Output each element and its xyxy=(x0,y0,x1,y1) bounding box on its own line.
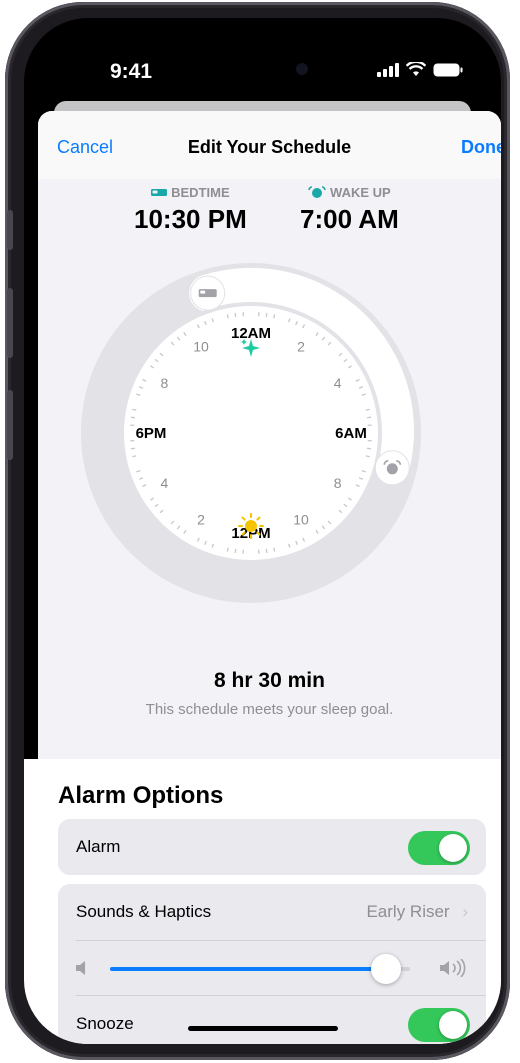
alarm-row: Alarm xyxy=(58,819,486,875)
schedule-card: BEDTIME 10:30 PM WAKE UP 7:00 AM 12AM 2 … xyxy=(38,179,501,759)
clock-tick xyxy=(226,547,229,552)
status-time: 9:41 xyxy=(110,60,153,83)
clock-hour-label: 4 xyxy=(334,375,342,391)
clock-hour-label: 10 xyxy=(293,512,309,528)
bedtime-value: 10:30 PM xyxy=(134,204,247,234)
wake-handle[interactable] xyxy=(374,450,410,486)
navigation-bar: Cancel Edit Your Schedule Done xyxy=(38,111,501,180)
sounds-haptics-row[interactable]: Sounds & Haptics Early Riser › xyxy=(58,884,486,940)
wake-block: WAKE UP 7:00 AM xyxy=(300,185,399,235)
clock-hour-label: 6AM xyxy=(335,425,367,442)
wifi-icon xyxy=(406,62,426,76)
volume-slider-fill xyxy=(110,967,386,971)
alarm-options-title: Alarm Options xyxy=(58,782,224,809)
clock-tick xyxy=(365,455,370,458)
clock-tick xyxy=(226,314,229,319)
sleep-duration: 8 hr 30 min xyxy=(214,669,325,692)
bed-icon xyxy=(151,189,168,196)
sounds-haptics-label: Sounds & Haptics xyxy=(76,902,212,921)
clock-tick xyxy=(234,312,237,318)
signal-icon xyxy=(377,62,399,77)
battery-icon xyxy=(433,63,463,76)
clock-hour-label: 2 xyxy=(197,512,205,528)
snooze-row: Snooze xyxy=(58,996,486,1044)
clock-hour-label: 8 xyxy=(334,475,342,491)
sounds-selected-value: Early Riser xyxy=(366,902,450,921)
clock-hour-label: 8 xyxy=(160,375,168,391)
chevron-right-icon: › xyxy=(462,902,468,921)
clock-hour-label: 4 xyxy=(160,475,168,491)
dynamic-island xyxy=(194,49,334,89)
clock-tick xyxy=(273,314,276,319)
bedtime-block: BEDTIME 10:30 PM xyxy=(134,185,247,235)
bed-handle-icon xyxy=(198,289,217,298)
wake-value: 7:00 AM xyxy=(300,204,399,234)
wake-label: WAKE UP xyxy=(330,185,391,200)
volume-slider-row xyxy=(58,941,486,995)
clock-tick xyxy=(130,416,136,419)
snooze-label: Snooze xyxy=(76,1014,134,1033)
volume-slider-knob[interactable] xyxy=(371,954,401,984)
clock-tick xyxy=(130,447,136,450)
schedule-summary: 8 hr 30 min This schedule meets your sle… xyxy=(38,669,501,718)
clock-tick xyxy=(365,408,370,411)
screen: 9:41 Cancel Edit Your Schedule Done BEDT… xyxy=(24,18,501,1044)
speaker-high-icon xyxy=(440,959,466,977)
page-title: Edit Your Schedule xyxy=(187,137,352,157)
clock-hour-label: 10 xyxy=(193,338,209,354)
clock-tick xyxy=(366,416,372,419)
clock-tick xyxy=(132,455,137,458)
clock-hour-label: 6PM xyxy=(136,425,167,442)
volume-up-button xyxy=(7,288,13,358)
clock-tick xyxy=(234,548,237,554)
clock-tick xyxy=(265,548,268,554)
clock-tick xyxy=(273,547,276,552)
alarm-toggle[interactable] xyxy=(408,831,470,865)
snooze-toggle[interactable] xyxy=(408,1008,470,1042)
clock-tick xyxy=(132,408,137,411)
alarm-clock-icon xyxy=(308,186,326,198)
home-indicator xyxy=(188,1026,338,1031)
sounds-group: Sounds & Haptics Early Riser › Snooze xyxy=(58,884,486,1044)
sun-icon xyxy=(238,513,264,539)
alarm-group: Alarm xyxy=(58,819,486,875)
clock-tick xyxy=(366,447,372,450)
phone-frame: 9:41 Cancel Edit Your Schedule Done BEDT… xyxy=(5,2,510,1060)
status-bar: 9:41 xyxy=(24,18,501,98)
volume-down-button xyxy=(7,390,13,460)
clock-tick xyxy=(265,312,268,318)
done-button[interactable]: Done xyxy=(461,137,501,158)
alarm-label: Alarm xyxy=(76,837,121,856)
clock-hour-label: 2 xyxy=(297,338,305,354)
bedtime-label: BEDTIME xyxy=(171,185,230,200)
camera-icon xyxy=(296,63,308,75)
sleep-goal-text: This schedule meets your sleep goal. xyxy=(145,701,394,718)
silent-switch xyxy=(7,210,13,250)
bedtime-handle[interactable] xyxy=(190,275,226,311)
sleep-schedule-dial[interactable]: 12AM246AM81012PM246PM810 xyxy=(81,263,421,603)
speaker-low-icon xyxy=(76,961,85,975)
sounds-value: Early Riser › xyxy=(366,902,468,922)
volume-slider-track[interactable] xyxy=(110,954,410,984)
